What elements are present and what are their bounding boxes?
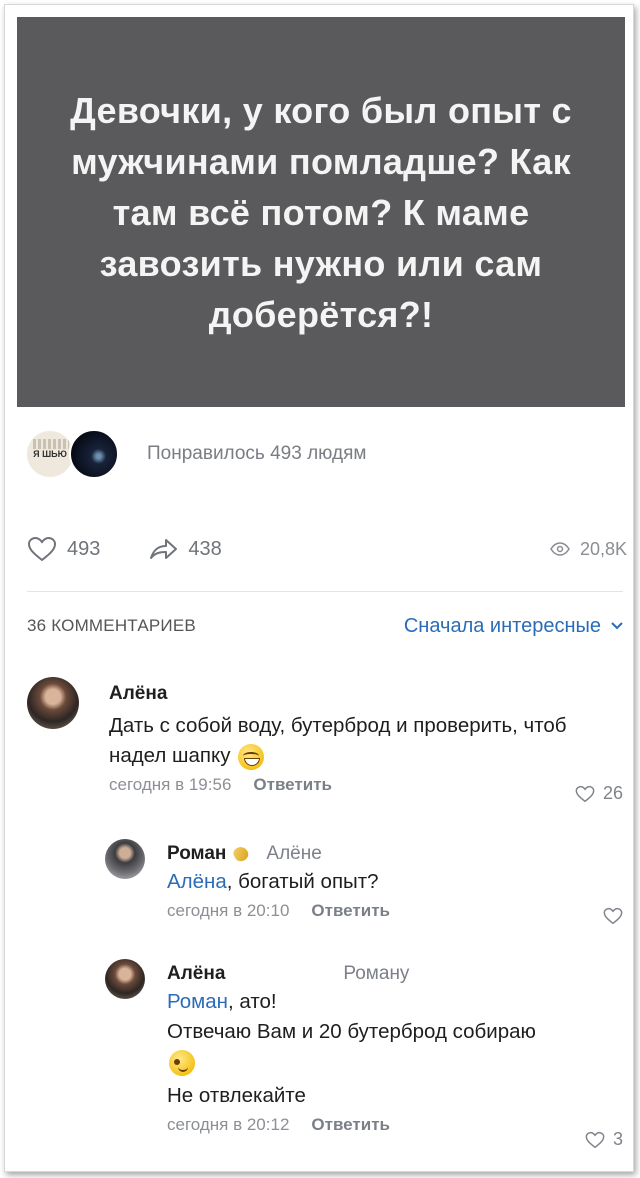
like-button[interactable]: 493 — [27, 536, 100, 562]
sort-label: Сначала интересные — [403, 614, 601, 637]
comments-count: 36 КОММЕНТАРИЕВ — [27, 616, 196, 635]
comment-like-button[interactable] — [603, 907, 623, 925]
comment-like-count: 3 — [612, 1129, 623, 1149]
views-count: 20,8K — [579, 538, 627, 559]
comment-author[interactable]: Алёна Роману — [167, 963, 617, 985]
heart-icon — [585, 1131, 605, 1148]
share-icon — [150, 539, 178, 559]
comment-text: Роман, ато! Отвечаю Вам и 20 бутерброд с… — [167, 987, 617, 1111]
reply-to-name[interactable]: Алёне — [266, 843, 321, 865]
post-image[interactable]: Девочки, у кого был опыт с мужчинами пом… — [17, 17, 625, 407]
comment-text: Дать с собой воду, бутерброд и проверить… — [109, 711, 609, 771]
comment-reply-item: Алёна Роману Роман, ато! Отвечаю Вам и 2… — [105, 959, 623, 1159]
reply-button[interactable]: Ответить — [311, 1115, 390, 1135]
mention-link[interactable]: Роман — [167, 990, 228, 1013]
comment-reply-item: Роман Алёне Алёна, богатый опыт? сегодня… — [105, 839, 623, 939]
avatar[interactable] — [105, 959, 145, 999]
post-image-text: Девочки, у кого был опыт с мужчинами пом… — [70, 89, 572, 335]
comment-line — [167, 1047, 617, 1081]
liker-avatar-label: Я ШЬЮ — [33, 449, 67, 459]
mention-link[interactable]: Алёна — [167, 870, 227, 893]
comment-text-content: , богатый опыт? — [226, 870, 379, 893]
divider — [27, 591, 623, 592]
post-actions: 493 438 20,8K — [27, 529, 627, 569]
comment-text: Алёна, богатый опыт? — [167, 867, 607, 897]
eye-icon — [550, 542, 570, 556]
author-name: Роман — [167, 843, 227, 864]
avatar[interactable] — [105, 839, 145, 879]
comment-meta: сегодня в 19:56 Ответить — [109, 775, 609, 795]
comment-body: Алёна Роману Роман, ато! Отвечаю Вам и 2… — [167, 963, 617, 1135]
avatar[interactable] — [27, 677, 79, 729]
heart-icon — [27, 536, 57, 562]
comment-like-button[interactable]: 3 — [585, 1129, 623, 1150]
likes-summary-row[interactable]: Я ШЬЮ Понравилось 493 людям — [25, 427, 605, 481]
like-count: 493 — [67, 537, 101, 560]
comment-like-count: 26 — [602, 783, 623, 803]
views-counter: 20,8K — [550, 539, 627, 560]
comment-time: сегодня в 20:12 — [167, 1115, 290, 1134]
sort-dropdown[interactable]: Сначала интересные — [404, 615, 623, 638]
comment-time: сегодня в 20:10 — [167, 901, 290, 920]
reply-button[interactable]: Ответить — [253, 775, 332, 795]
comment-line: Отвечаю Вам и 20 бутерброд собираю — [167, 1020, 536, 1043]
comment-body: Алёна Дать с собой воду, бутерброд и про… — [109, 683, 609, 795]
comment-like-button[interactable]: 26 — [575, 783, 623, 804]
share-count: 438 — [188, 537, 222, 560]
comment-meta: сегодня в 20:12 Ответить — [167, 1115, 617, 1135]
comment-line: Не отвлекайте — [167, 1084, 306, 1107]
wink-emoji-icon — [169, 1049, 195, 1076]
post-frame: Девочки, у кого был опыт с мужчинами пом… — [4, 4, 634, 1172]
comment-text-content: Дать с собой воду, бутерброд и проверить… — [109, 714, 567, 767]
likes-summary-text: Понравилось 493 людям — [147, 443, 367, 464]
liker-avatars: Я ШЬЮ — [25, 427, 119, 481]
reply-to-name[interactable]: Роману — [343, 963, 409, 985]
comment-line: Роман, ато! — [167, 987, 617, 1017]
author-name: Алёна — [109, 683, 168, 704]
share-button[interactable]: 438 — [148, 536, 222, 562]
comment-meta: сегодня в 20:10 Ответить — [167, 901, 607, 921]
author-name: Алёна — [167, 963, 226, 984]
liker-avatar: Я ШЬЮ — [25, 429, 75, 479]
heart-icon — [603, 907, 623, 925]
comment-text-content: , ато! — [228, 990, 277, 1013]
liker-avatar — [69, 429, 119, 479]
avatar-pattern — [33, 439, 69, 449]
sticker-icon — [232, 844, 251, 864]
comment-body: Роман Алёне Алёна, богатый опыт? сегодня… — [167, 843, 607, 921]
chevron-down-icon — [611, 622, 623, 630]
grin-emoji-icon — [238, 743, 265, 770]
comments-header: 36 КОММЕНТАРИЕВ Сначала интересные — [27, 611, 623, 641]
comment-item: Алёна Дать с собой воду, бутерброд и про… — [27, 677, 623, 807]
comment-time: сегодня в 19:56 — [109, 775, 232, 794]
reply-button[interactable]: Ответить — [311, 901, 390, 921]
comment-author[interactable]: Роман Алёне — [167, 843, 607, 865]
comment-author[interactable]: Алёна — [109, 683, 609, 705]
heart-icon — [575, 785, 595, 802]
